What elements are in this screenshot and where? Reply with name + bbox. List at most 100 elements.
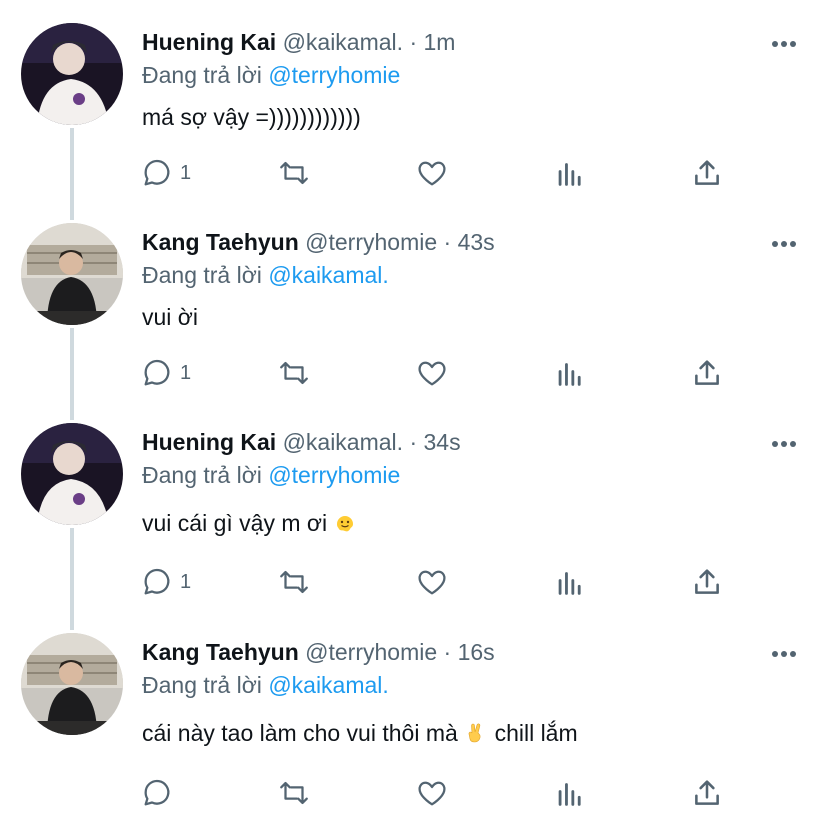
reply-count: 1: [180, 570, 192, 593]
tweet-text-content: cái này tao làm cho vui thôi mà: [142, 720, 458, 746]
tweet-actions: 1: [140, 155, 740, 191]
replying-to: Đang trả lời @kaikamal.: [142, 262, 389, 289]
replying-to: Đang trả lời @terryhomie: [142, 62, 400, 89]
replying-to: Đang trả lời @terryhomie: [142, 462, 400, 489]
tweet-header: Kang Taehyun @terryhomie · 43s: [142, 229, 495, 256]
share-icon: [695, 360, 719, 385]
analytics-icon: [558, 572, 581, 595]
tweet-time[interactable]: · 34s: [409, 429, 460, 455]
analytics-icon: [558, 163, 581, 186]
author-handle[interactable]: @terryhomie: [305, 639, 437, 665]
tweet-actions: 1: [140, 564, 740, 600]
avatar[interactable]: [21, 223, 123, 325]
author-name[interactable]: Kang Taehyun: [142, 229, 299, 255]
tweet-text-content: vui cái gì vậy m ơi: [142, 510, 328, 536]
reply-icon: [144, 568, 170, 595]
avatar[interactable]: [21, 423, 123, 525]
reply-button[interactable]: 1: [140, 155, 191, 191]
melting-face-emoji: [337, 516, 354, 532]
reply-mention[interactable]: @terryhomie: [268, 462, 400, 488]
tweet-header: Kang Taehyun @terryhomie · 16s: [142, 639, 495, 666]
analytics-icon: [558, 783, 581, 806]
reply-mention[interactable]: @kaikamal.: [268, 262, 389, 288]
share-icon: [695, 160, 719, 185]
share-icon: [695, 569, 719, 594]
reply-mention[interactable]: @kaikamal.: [268, 672, 389, 698]
like-button[interactable]: [415, 155, 449, 191]
tweet-text-content: vui ời: [142, 304, 198, 330]
analytics-icon: [558, 363, 581, 386]
avatar[interactable]: [21, 633, 123, 735]
tweet-header: Huening Kai @kaikamal. · 1m: [142, 29, 455, 56]
tweet-time[interactable]: · 16s: [444, 639, 495, 665]
reply-button[interactable]: [140, 775, 180, 811]
retweet-icon: [280, 161, 308, 185]
author-name[interactable]: Kang Taehyun: [142, 639, 299, 665]
replying-to: Đang trả lời @kaikamal.: [142, 672, 389, 699]
tweet-actions: 1: [140, 355, 740, 391]
views-button[interactable]: [553, 564, 587, 600]
tweet[interactable]: Kang Taehyun @terryhomie · 43s Đang trả …: [0, 200, 828, 410]
tweet-text-content: má sợ vậy =)))))))))))): [142, 104, 361, 130]
more-options-icon[interactable]: [770, 646, 800, 657]
views-button[interactable]: [553, 355, 587, 391]
more-options-icon[interactable]: [770, 36, 800, 47]
avatar-photo: [21, 23, 123, 125]
reply-icon: [144, 159, 170, 186]
retweet-button[interactable]: [277, 355, 311, 391]
share-button[interactable]: [690, 355, 724, 391]
tweet-time[interactable]: · 43s: [444, 229, 495, 255]
tweet-header: Huening Kai @kaikamal. · 34s: [142, 429, 461, 456]
reply-prefix: Đang trả lời: [142, 672, 262, 698]
tweet-text: cái này tao làm cho vui thôi mà chill lắ…: [142, 720, 578, 747]
heart-icon: [418, 781, 446, 806]
tweet-text: má sợ vậy =)))))))))))): [142, 104, 361, 131]
tweet-text-content-after: chill lắm: [494, 720, 578, 746]
tweet-text: vui ời: [142, 304, 198, 331]
share-button[interactable]: [690, 564, 724, 600]
like-button[interactable]: [415, 564, 449, 600]
tweet[interactable]: Huening Kai @kaikamal. · 34s Đang trả lờ…: [0, 400, 828, 620]
author-handle[interactable]: @kaikamal.: [283, 29, 404, 55]
retweet-icon: [280, 781, 308, 805]
heart-icon: [418, 361, 446, 386]
reply-icon: [144, 359, 170, 386]
retweet-icon: [280, 361, 308, 385]
tweet-time[interactable]: · 1m: [409, 29, 455, 55]
retweet-button[interactable]: [277, 775, 311, 811]
reply-prefix: Đang trả lời: [142, 262, 262, 288]
more-options-icon[interactable]: [770, 436, 800, 447]
author-handle[interactable]: @kaikamal.: [283, 429, 404, 455]
tweet[interactable]: Huening Kai @kaikamal. · 1m Đang trả lời…: [0, 0, 828, 210]
tweet-actions: [140, 775, 740, 811]
reply-count: 1: [180, 361, 192, 384]
reply-button[interactable]: 1: [140, 355, 191, 391]
retweet-button[interactable]: [277, 564, 311, 600]
views-button[interactable]: [553, 775, 587, 811]
author-name[interactable]: Huening Kai: [142, 29, 276, 55]
share-icon: [695, 780, 719, 805]
heart-icon: [418, 570, 446, 595]
avatar-photo: [21, 633, 123, 735]
tweet-text: vui cái gì vậy m ơi: [142, 510, 357, 537]
avatar-photo: [21, 223, 123, 325]
like-button[interactable]: [415, 775, 449, 811]
reply-button[interactable]: 1: [140, 564, 191, 600]
retweet-button[interactable]: [277, 155, 311, 191]
like-button[interactable]: [415, 355, 449, 391]
reply-icon: [144, 779, 170, 806]
avatar[interactable]: [21, 23, 123, 125]
reply-count: 1: [180, 161, 192, 184]
retweet-icon: [280, 570, 308, 594]
share-button[interactable]: [690, 155, 724, 191]
author-handle[interactable]: @terryhomie: [305, 229, 437, 255]
share-button[interactable]: [690, 775, 724, 811]
crossed-fingers-emoji: [468, 723, 481, 743]
author-name[interactable]: Huening Kai: [142, 429, 276, 455]
reply-prefix: Đang trả lời: [142, 62, 262, 88]
more-options-icon[interactable]: [770, 236, 800, 247]
reply-mention[interactable]: @terryhomie: [268, 62, 400, 88]
tweet[interactable]: Kang Taehyun @terryhomie · 16s Đang trả …: [0, 610, 828, 820]
heart-icon: [418, 161, 446, 186]
views-button[interactable]: [553, 155, 587, 191]
